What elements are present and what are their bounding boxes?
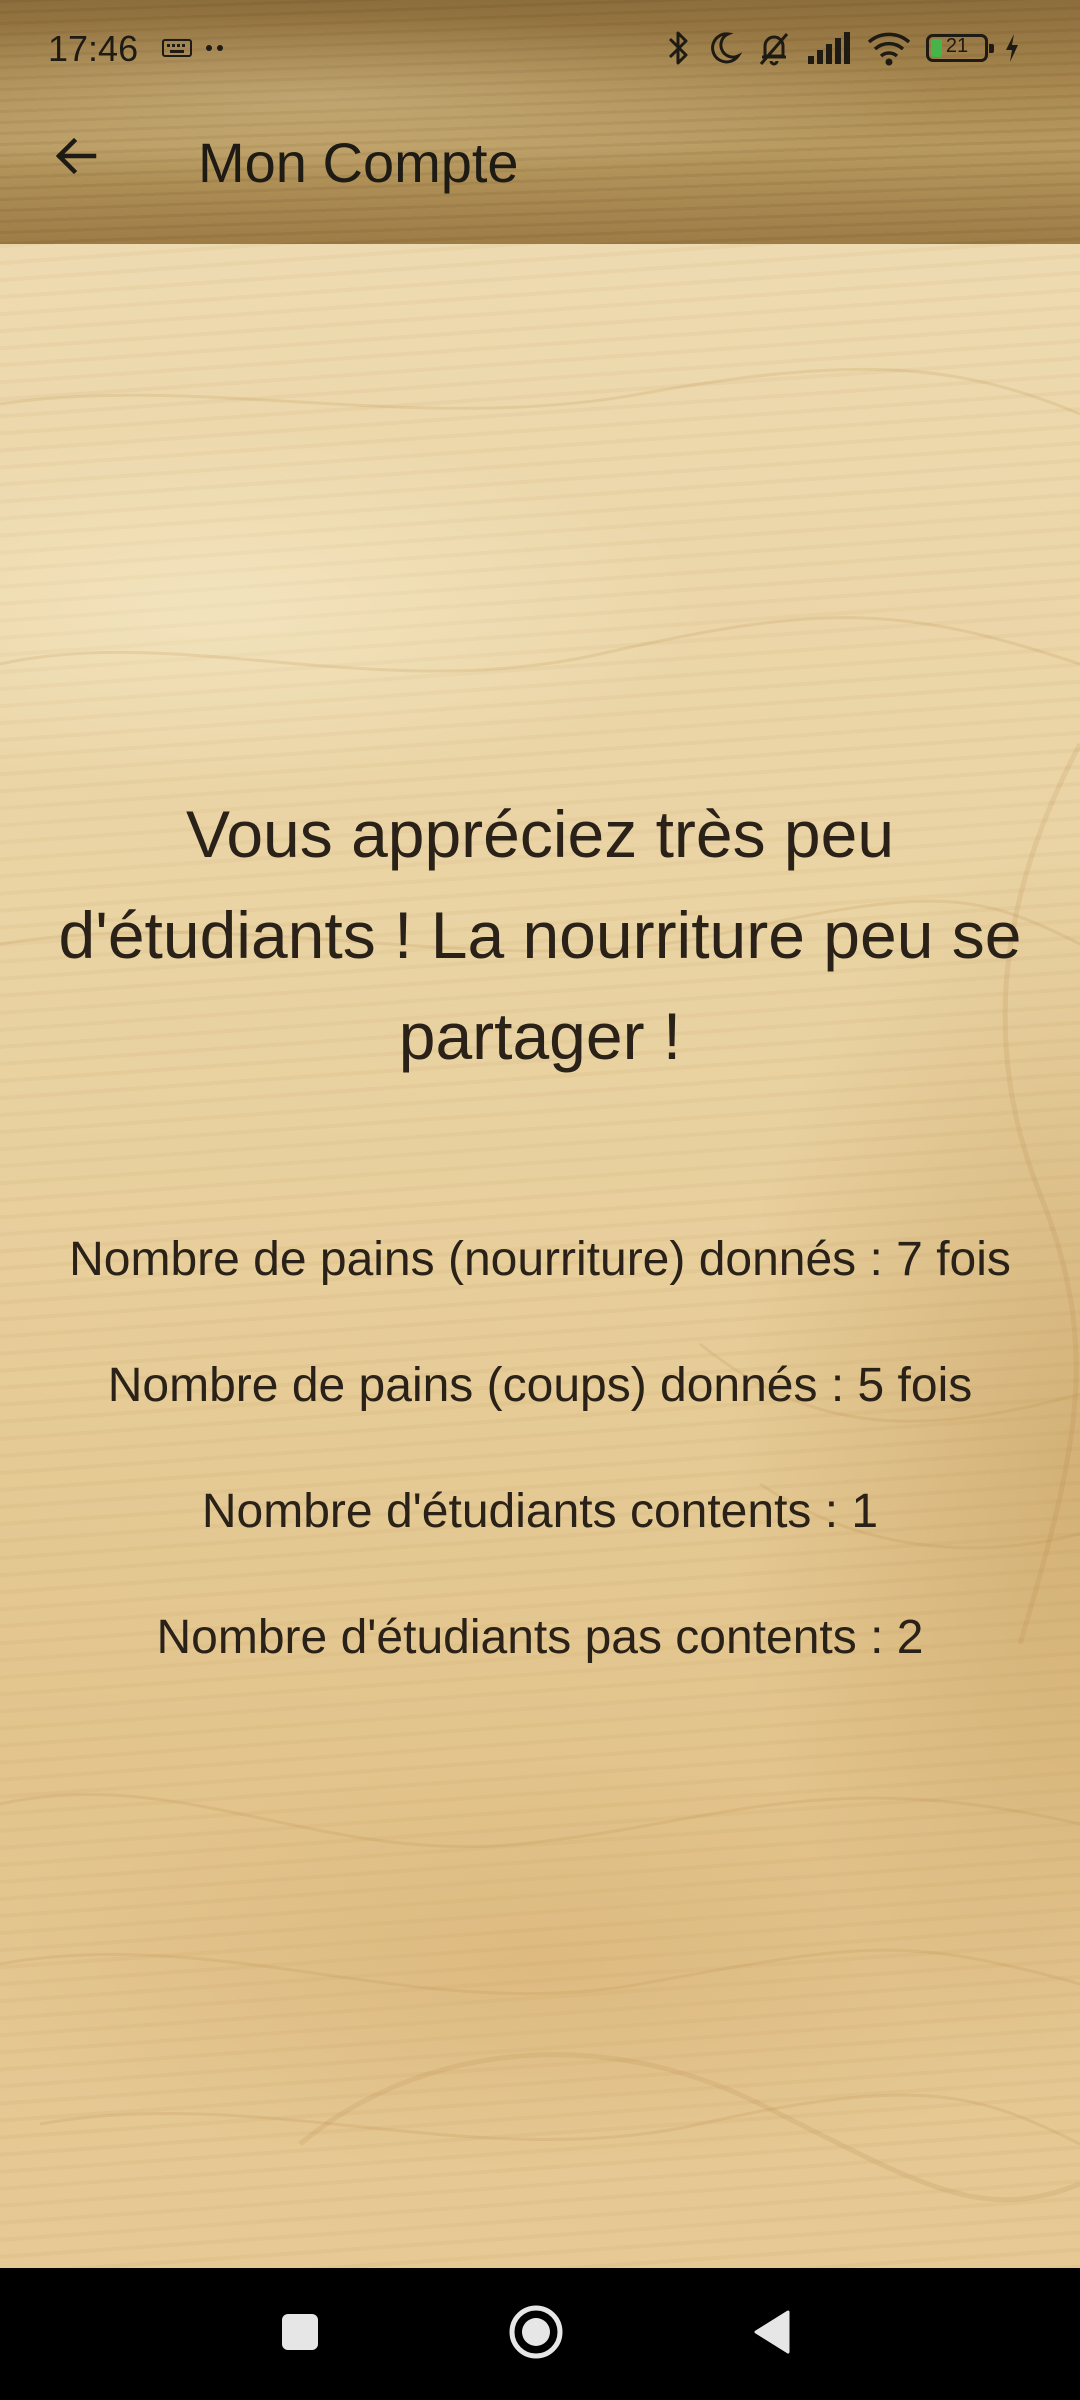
bluetooth-icon — [666, 28, 692, 68]
back-button[interactable] — [40, 122, 112, 194]
home-button[interactable] — [500, 2298, 572, 2370]
status-bar: 17:46 21 — [0, 0, 1080, 100]
status-left-icons — [162, 30, 226, 62]
back-triangle-icon — [750, 2308, 794, 2361]
stat-happy-students: Nombre d'étudiants contents : 1 — [201, 1485, 879, 1538]
status-time: 17:46 — [48, 28, 139, 69]
stat-bread-food-given: Nombre de pains (nourriture) donnés : 7 … — [69, 1233, 1011, 1286]
status-right-icons: 21 — [666, 26, 1022, 70]
message-line: d'étudiants ! La nourriture peu se — [58, 898, 1022, 972]
recents-button[interactable] — [264, 2298, 336, 2370]
screen: 17:46 21 Mon Compte Vous appréciez très … — [0, 0, 1080, 2400]
message-line: Vous appréciez très peu — [185, 797, 895, 871]
more-dots-icon — [204, 30, 226, 61]
nav-back-button[interactable] — [736, 2298, 808, 2370]
bell-off-icon — [756, 28, 792, 68]
feedback-message: Vous appréciez très peu d'étudiants ! La… — [0, 784, 1080, 1087]
home-circle-icon — [506, 2302, 566, 2367]
app-bar: Mon Compte — [0, 100, 1080, 244]
moon-icon — [706, 28, 742, 68]
charging-icon — [1002, 28, 1022, 68]
battery-icon: 21 — [926, 34, 994, 62]
system-nav-bar — [0, 2268, 1080, 2400]
arrow-back-icon — [52, 132, 100, 185]
top-bar: 17:46 21 Mon Compte — [0, 0, 1080, 244]
keyboard-icon — [162, 30, 204, 61]
page-title: Mon Compte — [198, 131, 519, 194]
message-line: partager ! — [398, 999, 682, 1073]
main-content: Vous appréciez très peu d'étudiants ! La… — [0, 244, 1080, 2268]
wifi-icon — [866, 28, 912, 68]
recents-square-icon — [278, 2310, 322, 2359]
battery-level: 21 — [945, 35, 969, 57]
signal-icon — [806, 28, 852, 68]
stat-unhappy-students: Nombre d'étudiants pas contents : 2 — [156, 1611, 924, 1664]
stat-bread-hits-given: Nombre de pains (coups) donnés : 5 fois — [107, 1359, 973, 1412]
